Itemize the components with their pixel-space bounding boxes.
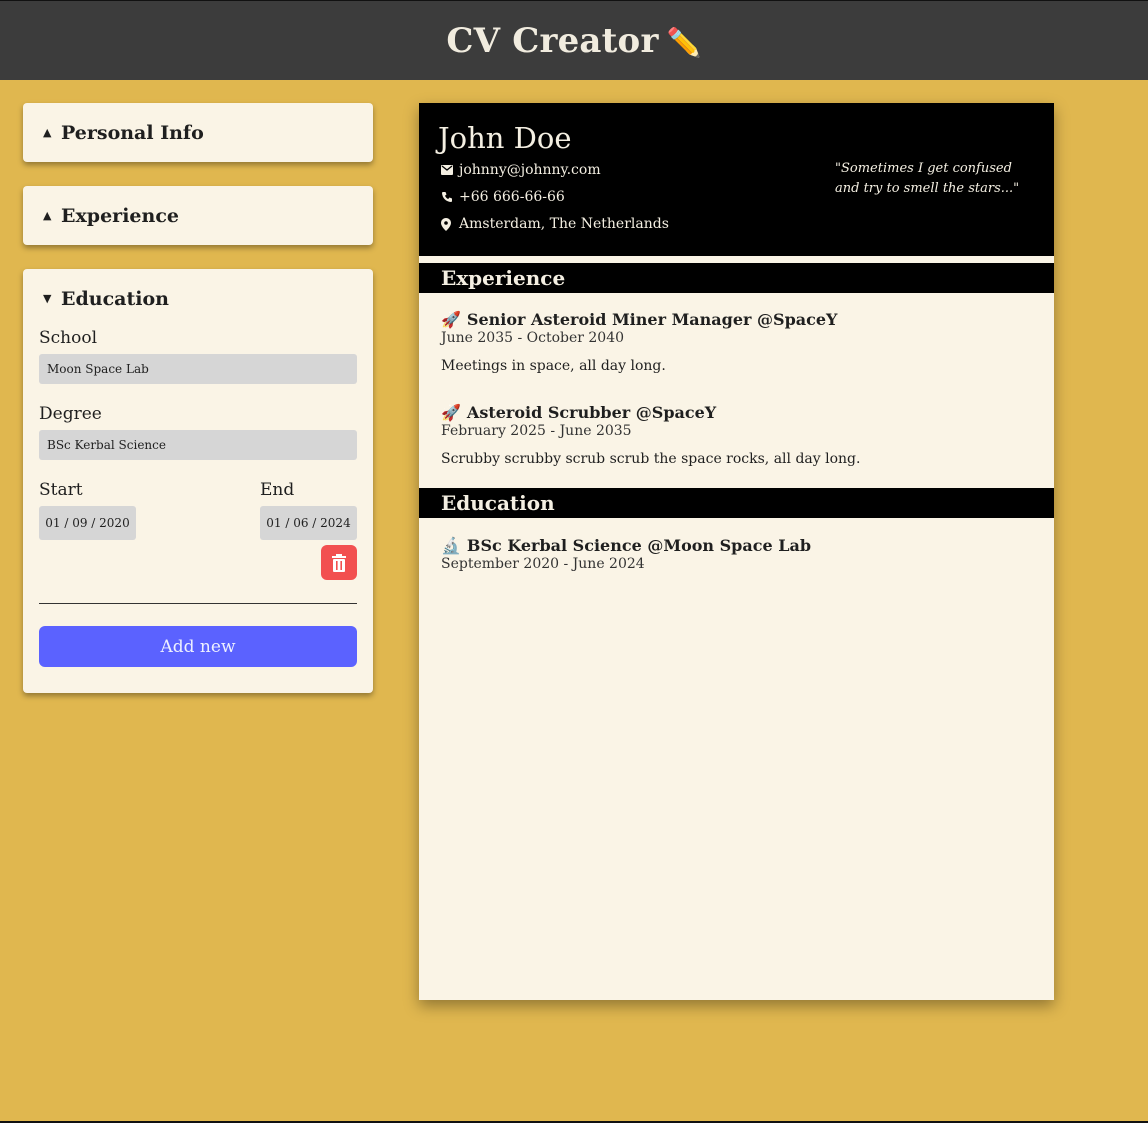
cv-preview: John Doe johnny@johnny.com +66 666-66-66…: [419, 103, 1054, 1000]
email-text: johnny@johnny.com: [459, 162, 601, 178]
education-entry: 🔬 BSc Kerbal Science @Moon Space Lab Sep…: [441, 536, 811, 572]
app-title: CV Creator ✏️: [446, 21, 701, 61]
education-label: Education: [61, 287, 169, 310]
experience-entry: 🚀 Asteroid Scrubber @SpaceY February 202…: [441, 403, 860, 467]
mail-icon: [441, 165, 455, 175]
degree-label: Degree: [39, 404, 102, 424]
entry-dates: June 2035 - October 2040: [441, 330, 625, 346]
entry-title: 🔬 BSc Kerbal Science @Moon Space Lab: [441, 536, 811, 555]
app-title-text: CV Creator: [446, 20, 659, 61]
experience-label: Experience: [61, 204, 179, 227]
school-label: School: [39, 328, 98, 348]
delete-button[interactable]: [321, 545, 357, 580]
contact-email: johnny@johnny.com: [441, 162, 601, 178]
delete-row: [39, 545, 357, 580]
header-gap: [419, 256, 1054, 263]
entry-dates: September 2020 - June 2024: [441, 556, 645, 572]
app-header: CV Creator ✏️: [0, 0, 1148, 80]
start-group: Start 01 / 09 / 2020: [39, 480, 136, 540]
entry-title-text: Senior Asteroid Miner Manager @SpaceY: [466, 310, 838, 329]
phone-icon: [441, 191, 455, 203]
entry-description: Scrubby scrubby scrub scrub the space ro…: [441, 451, 861, 467]
end-group: End 01 / 06 / 2024: [260, 480, 357, 540]
trash-icon: [332, 553, 346, 572]
experience-heading: Experience: [419, 263, 1054, 293]
start-date-input[interactable]: 01 / 09 / 2020: [39, 506, 136, 540]
phone-text: +66 666-66-66: [459, 189, 565, 205]
entry-description: Meetings in space, all day long.: [441, 358, 666, 374]
caret-up-icon: ▲: [43, 126, 52, 139]
rocket-icon: 🚀: [441, 310, 461, 329]
date-row: Start 01 / 09 / 2020 End 01 / 06 / 2024: [39, 480, 357, 540]
contact-location: Amsterdam, The Netherlands: [441, 216, 669, 232]
entry-title: 🚀 Asteroid Scrubber @SpaceY: [441, 403, 860, 422]
divider: [39, 603, 357, 604]
pencil-icon: ✏️: [666, 25, 702, 59]
location-text: Amsterdam, The Netherlands: [459, 216, 669, 232]
experience-panel: ▲ Experience: [23, 186, 373, 245]
entry-title-text: BSc Kerbal Science @Moon Space Lab: [466, 536, 812, 555]
cv-quote: "Sometimes I get confused and try to sme…: [835, 161, 1020, 196]
education-toggle[interactable]: ▼ Education: [23, 269, 373, 328]
add-new-button[interactable]: Add new: [39, 626, 357, 667]
entry-title: 🚀 Senior Asteroid Miner Manager @SpaceY: [441, 310, 837, 329]
experience-toggle[interactable]: ▲ Experience: [23, 186, 373, 245]
end-date-input[interactable]: 01 / 06 / 2024: [260, 506, 357, 540]
experience-entry: 🚀 Senior Asteroid Miner Manager @SpaceY …: [441, 310, 837, 374]
education-panel: ▼ Education School Degree Start 01 / 09 …: [23, 269, 373, 693]
education-form: School Degree Start 01 / 09 / 2020 End 0…: [23, 328, 373, 683]
contact-phone: +66 666-66-66: [441, 189, 565, 205]
cv-name: John Doe: [438, 121, 572, 155]
entry-title-text: Asteroid Scrubber @SpaceY: [466, 403, 717, 422]
personal-info-panel: ▲ Personal Info: [23, 103, 373, 162]
location-pin-icon: [441, 217, 455, 231]
caret-down-icon: ▼: [43, 292, 52, 305]
cv-header: John Doe johnny@johnny.com +66 666-66-66…: [419, 103, 1054, 256]
school-input[interactable]: [39, 354, 357, 384]
caret-up-icon: ▲: [43, 209, 52, 222]
degree-input[interactable]: [39, 430, 357, 460]
start-label: Start: [39, 480, 83, 500]
personal-info-label: Personal Info: [61, 121, 204, 144]
microscope-icon: 🔬: [441, 536, 461, 555]
education-heading: Education: [419, 488, 1054, 518]
end-label: End: [260, 480, 295, 500]
rocket-icon: 🚀: [441, 403, 461, 422]
personal-info-toggle[interactable]: ▲ Personal Info: [23, 103, 373, 162]
entry-dates: February 2025 - June 2035: [441, 423, 632, 439]
